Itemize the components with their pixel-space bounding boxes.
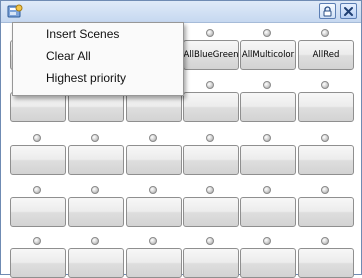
- status-led-icon: [91, 237, 99, 245]
- status-led-icon: [321, 29, 329, 37]
- status-led-icon: [206, 81, 214, 89]
- scene-button[interactable]: [183, 197, 239, 227]
- scene-button[interactable]: AllBlueGreen: [183, 40, 239, 70]
- scene-button[interactable]: AllRed: [298, 40, 354, 70]
- app-icon[interactable]: [7, 4, 23, 19]
- scene-button[interactable]: [10, 197, 66, 227]
- status-led-icon: [206, 134, 214, 142]
- status-led-icon: [321, 237, 329, 245]
- close-button[interactable]: [340, 3, 357, 19]
- title-bar: [1, 1, 361, 23]
- scene-button[interactable]: [240, 145, 296, 175]
- scene-button[interactable]: [10, 248, 66, 278]
- scene-button[interactable]: [183, 145, 239, 175]
- status-led-icon: [206, 237, 214, 245]
- scene-button[interactable]: [240, 248, 296, 278]
- scene-button[interactable]: [183, 92, 239, 122]
- scene-button[interactable]: [240, 92, 296, 122]
- status-led-icon: [263, 237, 271, 245]
- status-led-icon: [321, 186, 329, 194]
- scene-button[interactable]: [10, 92, 66, 122]
- scene-button[interactable]: [68, 145, 124, 175]
- status-led-icon: [33, 186, 41, 194]
- status-led-icon: [149, 134, 157, 142]
- menu-item-clear-all[interactable]: Clear All: [13, 45, 183, 67]
- menu-item-insert-scenes[interactable]: Insert Scenes: [13, 23, 183, 45]
- status-led-icon: [149, 237, 157, 245]
- status-led-icon: [263, 186, 271, 194]
- status-led-icon: [33, 134, 41, 142]
- scene-button[interactable]: [298, 197, 354, 227]
- lock-button[interactable]: [319, 3, 336, 19]
- status-led-icon: [91, 134, 99, 142]
- scene-button[interactable]: [126, 145, 182, 175]
- scene-button[interactable]: [126, 248, 182, 278]
- close-icon: [344, 6, 353, 16]
- scene-button[interactable]: [298, 92, 354, 122]
- status-led-icon: [149, 186, 157, 194]
- status-led-icon: [33, 237, 41, 245]
- status-led-icon: [206, 186, 214, 194]
- scene-button[interactable]: [68, 248, 124, 278]
- status-led-icon: [91, 186, 99, 194]
- scene-button[interactable]: [298, 145, 354, 175]
- scene-button[interactable]: [126, 92, 182, 122]
- scene-button[interactable]: [298, 248, 354, 278]
- status-led-icon: [263, 29, 271, 37]
- scene-button[interactable]: [10, 145, 66, 175]
- status-led-icon: [263, 81, 271, 89]
- scene-button[interactable]: [183, 248, 239, 278]
- lock-icon: [323, 5, 332, 16]
- status-led-icon: [321, 81, 329, 89]
- status-led-icon: [263, 134, 271, 142]
- scene-button[interactable]: [68, 197, 124, 227]
- context-menu: Insert Scenes Clear All Highest priority: [12, 22, 184, 96]
- scene-window: AllBlueGreen AllMulticolor AllRed Insert S…: [0, 0, 362, 278]
- status-led-icon: [321, 134, 329, 142]
- status-led-icon: [206, 29, 214, 37]
- scene-button[interactable]: [68, 92, 124, 122]
- menu-item-highest-priority[interactable]: Highest priority: [13, 67, 183, 89]
- scene-button[interactable]: [126, 197, 182, 227]
- scene-button[interactable]: [240, 197, 296, 227]
- scene-button[interactable]: AllMulticolor: [240, 40, 296, 70]
